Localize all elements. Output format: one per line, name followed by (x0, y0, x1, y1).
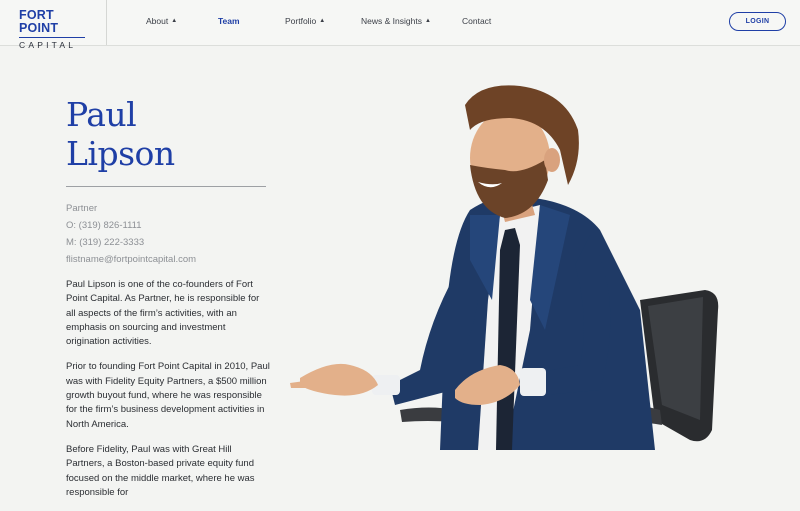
contact-info: Partner O: (319) 826-1111 M: (319) 222-3… (66, 200, 196, 268)
office-phone[interactable]: O: (319) 826-1111 (66, 217, 196, 234)
profile-photo (290, 85, 719, 450)
last-name: Lipson (66, 134, 175, 173)
chevron-up-icon: ▲ (171, 18, 178, 24)
bio-paragraph: Before Fidelity, Paul was with Great Hil… (66, 443, 255, 498)
chevron-up-icon: ▲ (424, 18, 431, 24)
site-header: FORT POINT CAPITAL About ▲ Team Portfoli… (0, 0, 800, 50)
bio: Paul Lipson is one of the co-founders of… (66, 278, 271, 511)
name-divider (66, 186, 266, 187)
mobile-phone[interactable]: M: (319) 222-3333 (66, 234, 196, 251)
nav-item-contact[interactable]: Contact (462, 16, 491, 26)
nav-label-contact: Contact (462, 16, 492, 26)
email-link[interactable]: flistname@fortpointcapital.com (66, 251, 196, 268)
login-button[interactable]: LOGIN (729, 12, 786, 31)
brand-logo[interactable]: FORT POINT CAPITAL (19, 9, 89, 50)
nav-label-portfolio: Portfolio (285, 16, 317, 26)
nav-item-team[interactable]: Team (218, 16, 240, 26)
nav-item-about[interactable]: About ▲ (146, 16, 177, 26)
nav-label-news-insights: News & Insights (361, 16, 422, 26)
nav-label-team: Team (218, 16, 240, 26)
nav-item-news-insights[interactable]: News & Insights ▲ (361, 16, 431, 26)
first-name: Paul (66, 95, 137, 134)
bio-paragraph: Prior to founding Fort Point Capital in … (66, 361, 270, 430)
bio-paragraph: Paul Lipson is one of the co-founders of… (66, 279, 260, 348)
profile-name: Paul Lipson (66, 95, 306, 173)
chevron-up-icon: ▲ (319, 18, 326, 24)
job-title: Partner (66, 203, 98, 214)
logo-line2: CAPITAL (19, 40, 77, 50)
logo-rule (19, 37, 85, 38)
header-divider (106, 0, 107, 45)
nav-item-portfolio[interactable]: Portfolio ▲ (285, 16, 325, 26)
logo-line1: FORT POINT (19, 8, 59, 35)
nav-label-about: About (146, 16, 169, 26)
